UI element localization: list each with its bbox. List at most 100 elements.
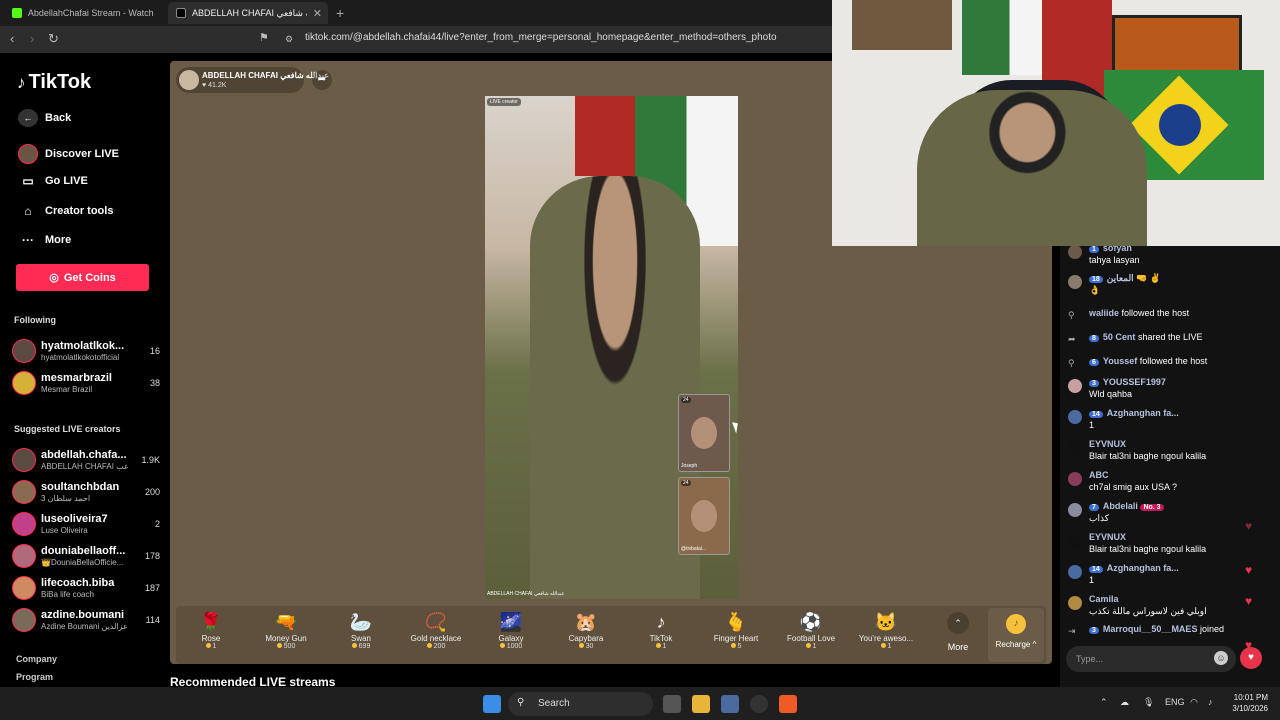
gift-swan[interactable]: 🦢 Swan 699 [326,610,396,650]
share-button[interactable]: ➦ [312,70,332,90]
level-badge: 1 [1089,246,1099,253]
file-explorer-icon[interactable] [692,695,710,713]
language-indicator[interactable]: ENG [1165,697,1185,707]
chat-user[interactable]: 18 المعاين 🤜 ✌️ [1089,273,1161,284]
chat-user[interactable]: 14 Azghanghan fa... [1089,408,1179,418]
gift-rose[interactable]: 🌹 Rose 1 [176,610,246,650]
gift-finger-heart[interactable]: 🫰 Finger Heart 5 [701,610,771,650]
avatar [12,371,36,395]
camera-app-icon[interactable] [721,695,739,713]
chat-input[interactable]: Type... ☺ [1066,646,1236,672]
chevron-up-icon[interactable]: ⌃ [1100,697,1108,708]
chat-action: followed the host [1121,308,1190,318]
guest-tile[interactable]: 24 Joseph [678,394,730,472]
footer-link-program[interactable]: Program [16,672,53,682]
swan-icon: 🦢 [349,612,373,632]
back-icon[interactable]: ‹ [10,31,14,46]
sidebar-item-go-live[interactable]: ▭ Go LIVE [18,174,87,188]
sidebar-item-creator-tools[interactable]: ⌂ Creator tools [18,204,113,218]
browser-tab-2[interactable]: ABDELLAH CHAFAI عبدالله شافعي ✕ [168,2,328,24]
reload-icon[interactable]: ↻ [48,31,59,47]
avatar [1068,245,1082,259]
avatar [1068,410,1082,424]
wifi-icon[interactable]: ◠ [1190,697,1198,708]
emoji-icon[interactable]: ☺ [1214,651,1228,665]
suggested-account[interactable]: luseoliveira7 Luse Oliveira 2 [12,510,162,538]
chat-user[interactable]: 8 50 Cent shared the LIVE [1089,332,1202,342]
avatar [12,544,36,568]
chat-user[interactable]: EYVNUX [1089,532,1126,542]
avatar [1068,503,1082,517]
home-icon: ⌂ [24,204,32,218]
sidebar-item-discover-live[interactable]: Discover LIVE [18,144,119,164]
forward-icon[interactable]: › [30,31,34,46]
gift-price: 30 [551,643,621,650]
chat-username: Marroqui__50__MAES [1102,624,1198,634]
chat-user[interactable]: waliide followed the host [1089,308,1189,318]
viewer-count: 1.9K [141,455,160,465]
brave-browser-icon[interactable] [779,695,797,713]
following-account[interactable]: hyatmolatlkok... hyatmolatlkokotofficial… [12,337,162,365]
footer-link-company[interactable]: Company [16,654,57,664]
microphone-icon[interactable]: 🎙 [1143,697,1154,708]
suggested-account[interactable]: lifecoach.biba BiBa life coach 187 [12,574,162,602]
suggested-account[interactable]: abdellah.chafa... ABDELLAH CHAFAI عب 1.9… [12,446,162,474]
url-text[interactable]: tiktok.com/@abdellah.chafai44/live?enter… [305,32,777,43]
taskbar-search[interactable]: ⚲ Search [508,692,653,716]
cloud-icon[interactable]: ☁ [1120,697,1129,708]
more-gifts-button[interactable]: ⌃ More [938,612,978,652]
heart-icon: ♥ [1245,519,1253,533]
webcam-overlay [832,0,1280,246]
avatar [1068,534,1082,548]
gift-name: Rose [201,634,221,643]
chat-user[interactable]: Camila [1089,594,1119,604]
chat-user[interactable]: 7 Abdelali No. 3 [1089,501,1168,511]
level-badge: 7 [1089,504,1099,511]
bookmark-icon[interactable]: ⚑ [259,31,269,44]
close-icon[interactable]: ✕ [313,7,322,20]
clock[interactable]: 10:01 PM 3/10/2026 [1228,692,1268,714]
suggested-account[interactable]: douniabellaoff... 👑DouniaBellaOfficie...… [12,542,162,570]
like-button[interactable]: ♥ [1240,647,1262,669]
task-view-icon[interactable] [663,695,681,713]
volume-icon[interactable]: ♪ [1208,697,1213,707]
chat-user[interactable]: EYVNUX [1089,439,1126,449]
gift-capybara[interactable]: 🐹 Capybara 30 [551,610,621,650]
suggested-account[interactable]: azdine.boumani Azdine Boumani عزالدين 11… [12,606,162,634]
tiktok-gift-icon: ♪ [656,612,666,632]
chat-user[interactable]: ABC [1089,470,1109,480]
sidebar-item-more[interactable]: ··· More [18,233,71,247]
camera-icon: ▭ [22,174,34,188]
back-link[interactable]: ← Back [18,109,71,127]
site-info-icon[interactable]: ⚙ [285,34,293,45]
get-coins-button[interactable]: ◎ Get Coins [16,264,149,291]
app-icon[interactable] [750,695,768,713]
recharge-button[interactable]: ♪ Recharge ^ [988,608,1044,662]
following-account[interactable]: mesmarbrazil Mesmar Brazil 38 [12,369,162,397]
chat-user[interactable]: 3 YOUSSEF1997 [1089,377,1166,387]
chat-action: shared the LIVE [1137,332,1203,342]
tiktok-logo-icon: ♪ [17,72,26,92]
new-tab-button[interactable]: + [336,5,344,21]
guest-figure [691,417,717,449]
tiktok-logo[interactable]: ♪ TikTok [17,71,91,94]
gift-gold-necklace[interactable]: 📿 Gold necklace 200 [401,610,471,650]
logo-text: TikTok [28,71,92,93]
account-name: soultanchbdan [41,481,120,493]
guest-tile[interactable]: 24 @tivbatal... [678,477,730,555]
chat-user[interactable]: 3 Marroqui__50__MAES joined [1089,624,1224,634]
gift-money-gun[interactable]: 🔫 Money Gun 500 [251,610,321,650]
host-info[interactable]: ABDELLAH CHAFAI عبدالله شافعي ♥ 41.2K [176,67,329,93]
account-subtitle: Luse Oliveira [41,526,88,535]
viewer-count: 16 [149,346,160,356]
windows-start-icon[interactable] [483,695,501,713]
gift-tiktok[interactable]: ♪ TikTok 1 [626,610,696,650]
suggested-account[interactable]: soultanchbdan احمد سلطان 3 200 [12,478,162,506]
gift-youre-awesome[interactable]: 🐱 You're aweso... 1 [851,610,921,650]
gift-football-love[interactable]: ⚽ Football Love 1 [776,610,846,650]
chat-user[interactable]: 14 Azghanghan fa... [1089,563,1179,573]
gift-galaxy[interactable]: 🌌 Galaxy 1000 [476,610,546,650]
chat-user[interactable]: 6 Youssef followed the host [1089,356,1207,366]
chat-username: ABC [1089,470,1109,480]
browser-tab-1[interactable]: AbdellahChafai Stream - Watch Live [4,2,164,24]
